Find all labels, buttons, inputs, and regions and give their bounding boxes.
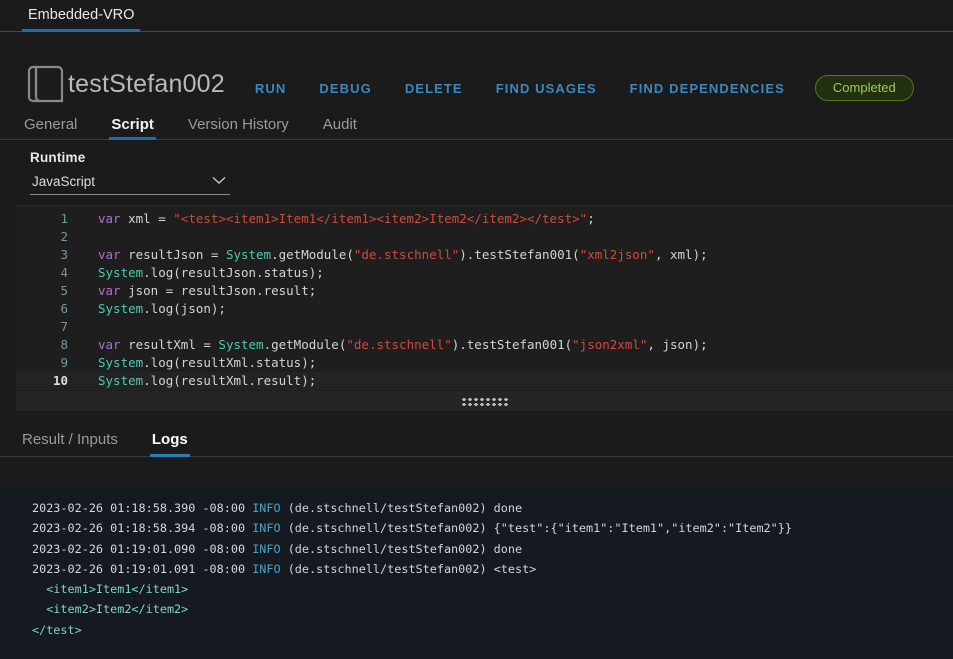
code-line[interactable]: 8 var resultXml = System.getModule("de.st… — [16, 336, 953, 354]
log-level: INFO — [252, 521, 288, 536]
code-line[interactable]: 3 var resultJson = System.getModule("de.s… — [16, 246, 953, 264]
tab-general[interactable]: General — [24, 116, 77, 139]
log-message: done — [493, 501, 523, 515]
browser-tab-embedded-vro[interactable]: Embedded-VRO — [22, 0, 141, 32]
log-timestamp: 2023-02-26 01:19:01.090 -08:00 — [32, 541, 253, 556]
line-number: 8 — [60, 337, 68, 352]
code-line[interactable]: 10 System.log(resultXml.result); — [16, 372, 953, 390]
code-text: System.log(resultXml.result); — [98, 373, 317, 388]
debug-action[interactable]: DEBUG — [319, 81, 371, 96]
code-text: var resultJson = System.getModule("de.st… — [98, 247, 708, 262]
code-line[interactable]: 9 System.log(resultXml.status); — [16, 354, 953, 372]
line-number: 1 — [60, 211, 68, 226]
log-line: 2023-02-26 01:19:01.090 -08:00 INFO (de.… — [32, 539, 953, 559]
log-timestamp: 2023-02-26 01:18:58.394 -08:00 — [32, 521, 253, 536]
browser-tab-strip: Embedded-VRO — [0, 0, 953, 32]
page-body: testStefan002 RUN DEBUG DELETE FIND USAG… — [0, 32, 953, 659]
runtime-selected-value: JavaScript — [32, 173, 96, 189]
drag-grip-icon — [460, 396, 509, 406]
code-line[interactable]: 6 System.log(json); — [16, 300, 953, 318]
browser-tab-label: Embedded-VRO — [28, 7, 135, 23]
script-document-icon — [24, 61, 68, 107]
runtime-section: Runtime JavaScript — [0, 140, 953, 195]
code-text: var resultXml = System.getModule("de.sts… — [98, 337, 708, 352]
tab-script[interactable]: Script — [109, 116, 156, 140]
tab-audit[interactable]: Audit — [323, 116, 357, 139]
log-timestamp: 2023-02-26 01:19:01.091 -08:00 — [32, 561, 253, 576]
page-title: testStefan002 — [68, 69, 225, 98]
line-number: 6 — [60, 301, 68, 316]
line-number: 4 — [60, 265, 68, 280]
log-message: done — [493, 541, 523, 556]
chevron-down-icon — [212, 172, 226, 190]
tab-logs[interactable]: Logs — [149, 431, 190, 457]
object-header: testStefan002 RUN DEBUG DELETE FIND USAG… — [0, 32, 953, 110]
object-subtabs: General Script Version History Audit — [0, 110, 953, 140]
code-line[interactable]: 5 var json = resultJson.result; — [16, 282, 953, 300]
find-dependencies-action[interactable]: FIND DEPENDENCIES — [630, 81, 785, 96]
log-message: {"test":{"item1":"Item1","item2":"Item2"… — [493, 521, 792, 536]
log-source: (de.stschnell/testStefan002) — [287, 541, 494, 556]
log-output-panel[interactable]: 2023-02-26 01:18:58.390 -08:00 INFO (de.… — [0, 486, 953, 659]
log-source: (de.stschnell/testStefan002) — [287, 521, 494, 536]
log-continuation-line: <item2>Item2</item2> — [32, 602, 189, 617]
code-text: var xml = "<test><item1>Item1</item1><it… — [98, 211, 595, 226]
log-line: 2023-02-26 01:19:01.091 -08:00 INFO (de.… — [32, 559, 953, 579]
log-source: (de.stschnell/testStefan002) — [287, 561, 494, 576]
code-line[interactable]: 4 System.log(resultJson.status); — [16, 264, 953, 282]
code-line[interactable]: 1 var xml = "<test><item1>Item1</item1><i… — [16, 210, 953, 228]
code-editor[interactable]: 1 var xml = "<test><item1>Item1</item1><i… — [16, 205, 953, 391]
log-level: INFO — [252, 501, 288, 515]
code-text: System.log(json); — [98, 301, 226, 316]
log-line: 2023-02-26 01:18:58.394 -08:00 INFO (de.… — [32, 518, 953, 538]
log-level: INFO — [252, 561, 288, 576]
line-number: 10 — [52, 373, 68, 388]
status-badge: Completed — [814, 75, 914, 101]
tab-version-history[interactable]: Version History — [188, 116, 289, 139]
run-action[interactable]: RUN — [255, 81, 286, 96]
log-timestamp: 2023-02-26 01:18:58.390 -08:00 — [32, 501, 253, 515]
line-number: 3 — [60, 247, 68, 262]
code-text: System.log(resultXml.status); — [98, 355, 317, 370]
log-continuation-line: </test> — [32, 622, 82, 637]
log-line: 2023-02-26 01:18:58.390 -08:00 INFO (de.… — [32, 498, 953, 518]
line-number: 7 — [60, 319, 68, 334]
line-number: 5 — [60, 283, 68, 298]
log-message: <test> — [493, 561, 537, 576]
code-text: System.log(resultJson.status); — [98, 265, 324, 280]
runtime-select[interactable]: JavaScript — [30, 172, 230, 195]
line-number: 2 — [60, 229, 68, 244]
line-number: 9 — [60, 355, 68, 370]
output-tabs: Result / Inputs Logs — [0, 417, 953, 457]
log-level: INFO — [252, 541, 288, 556]
header-actions: RUN DEBUG DELETE FIND USAGES FIND DEPEND… — [255, 81, 785, 96]
code-text: var json = resultJson.result; — [98, 283, 317, 298]
code-line[interactable]: 7 — [16, 318, 953, 336]
editor-resize-handle[interactable] — [16, 391, 953, 411]
delete-action[interactable]: DELETE — [405, 81, 463, 96]
tab-result-inputs[interactable]: Result / Inputs — [22, 431, 118, 456]
log-continuation-line: <item1>Item1</item1> — [32, 582, 189, 597]
runtime-label: Runtime — [30, 150, 86, 165]
log-source: (de.stschnell/testStefan002) — [287, 501, 494, 515]
find-usages-action[interactable]: FIND USAGES — [496, 81, 597, 96]
code-line[interactable]: 2 — [16, 228, 953, 246]
